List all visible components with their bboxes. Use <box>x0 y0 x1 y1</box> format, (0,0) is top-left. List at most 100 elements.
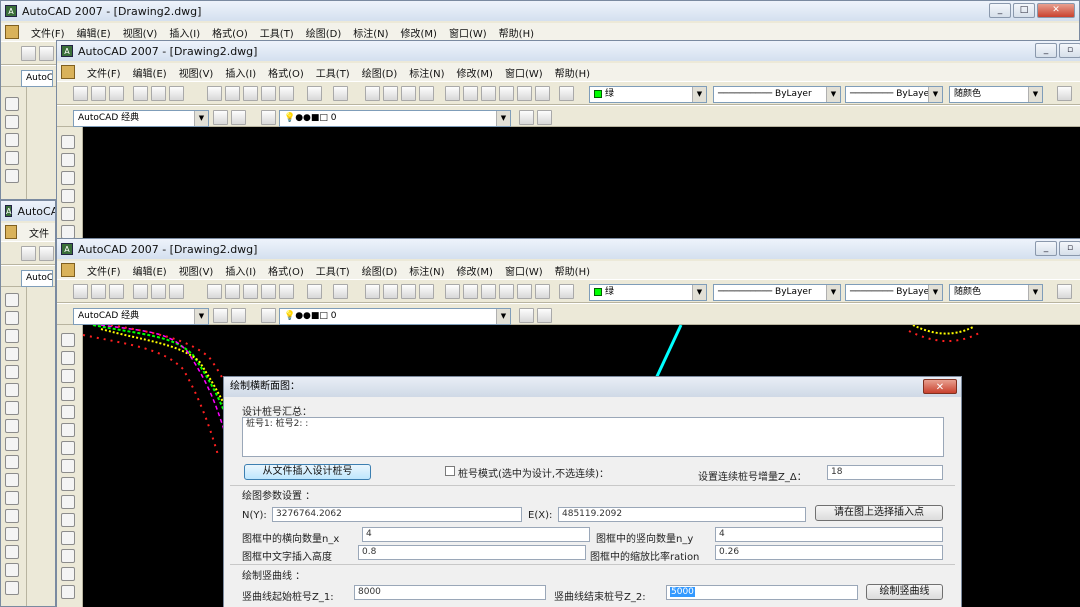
restore-button[interactable]: ▫ <box>1059 43 1080 58</box>
ellipse-arc-icon[interactable] <box>61 513 75 527</box>
menu-format[interactable]: 格式(O) <box>262 65 310 80</box>
construction-line-icon[interactable] <box>61 351 75 365</box>
menu-format[interactable]: 格式(O) <box>262 263 310 278</box>
lineweight-select[interactable]: ──────── ByLayer ▼ <box>845 86 943 103</box>
document-menu-icon[interactable] <box>5 25 19 39</box>
arc-icon[interactable] <box>61 423 75 437</box>
region-icon[interactable] <box>5 581 19 595</box>
document-menu-icon[interactable] <box>61 65 75 79</box>
menu-tools[interactable]: 工具(T) <box>254 25 300 40</box>
pick-insert-point-button[interactable]: 请在图上选择插入点 <box>815 505 943 521</box>
make-layer-current-icon[interactable] <box>519 308 534 323</box>
plot-preview-icon[interactable] <box>151 86 166 101</box>
draw-vertical-curve-button[interactable]: 绘制竖曲线 <box>866 584 943 600</box>
tool-palettes-icon[interactable] <box>481 86 496 101</box>
block-editor-icon[interactable] <box>279 86 294 101</box>
spline-icon[interactable] <box>5 437 19 451</box>
polygon-icon[interactable] <box>5 151 19 165</box>
menu-dimension[interactable]: 标注(N) <box>403 65 450 80</box>
spline-icon[interactable] <box>61 477 75 491</box>
menu-modify[interactable]: 修改(M) <box>395 25 443 40</box>
z2-input[interactable]: 5000 <box>666 585 858 600</box>
maximize-button[interactable]: □ <box>1013 3 1035 18</box>
match-properties-icon[interactable] <box>261 86 276 101</box>
menu-tools[interactable]: 工具(T) <box>310 65 356 80</box>
point-icon[interactable] <box>61 567 75 581</box>
zoom-previous-icon[interactable] <box>419 284 434 299</box>
workspace-select[interactable]: AutoCAD 经典 ▼ <box>73 110 209 127</box>
calculator-icon[interactable] <box>535 86 550 101</box>
insert-from-file-button[interactable]: 从文件插入设计桩号 <box>244 464 371 480</box>
menu-help[interactable]: 帮助(H) <box>493 25 540 40</box>
arc-icon[interactable] <box>5 383 19 397</box>
save-icon[interactable] <box>109 284 124 299</box>
tool-palettes-icon[interactable] <box>481 284 496 299</box>
point-icon[interactable] <box>5 527 19 541</box>
new-icon[interactable] <box>21 46 36 61</box>
new-icon[interactable] <box>73 86 88 101</box>
workspace-select-partial[interactable]: AutoCA <box>21 270 53 287</box>
linetype-select[interactable]: ────────── ByLayer ▼ <box>713 86 841 103</box>
menu-dimension[interactable]: 标注(N) <box>347 25 394 40</box>
sheet-set-icon[interactable] <box>499 86 514 101</box>
rectangle-icon[interactable] <box>61 405 75 419</box>
open-icon[interactable] <box>91 284 106 299</box>
layer-manager-icon[interactable] <box>261 110 276 125</box>
make-block-icon[interactable] <box>5 509 19 523</box>
design-station-textarea[interactable]: 桩号1: 桩号2: : <box>242 417 944 457</box>
workspace-settings-icon[interactable] <box>213 110 228 125</box>
menu-format[interactable]: 格式(O) <box>206 25 254 40</box>
menu-edit[interactable]: 编辑(E) <box>71 25 117 40</box>
menu-insert[interactable]: 插入(I) <box>163 25 206 40</box>
menu-insert[interactable]: 插入(I) <box>219 65 262 80</box>
line-tool-icon[interactable] <box>5 97 19 111</box>
open-icon[interactable] <box>39 246 54 261</box>
menu-modify[interactable]: 修改(M) <box>451 65 499 80</box>
ellipse-icon[interactable] <box>61 495 75 509</box>
pan-icon[interactable] <box>365 86 380 101</box>
properties-icon[interactable] <box>445 284 460 299</box>
help-icon[interactable] <box>559 284 574 299</box>
plotstyle-select[interactable]: 随颜色 ▼ <box>949 86 1043 103</box>
menu-tools[interactable]: 工具(T) <box>310 263 356 278</box>
layer-select[interactable]: 💡●●■□ 0 ▼ <box>279 308 511 325</box>
paste-icon[interactable] <box>243 284 258 299</box>
dialog-close-button[interactable]: ✕ <box>923 379 957 394</box>
insert-block-icon[interactable] <box>61 531 75 545</box>
station-mode-checkbox[interactable] <box>445 466 455 476</box>
ratio-input[interactable]: 0.26 <box>715 545 943 560</box>
layer-previous-icon[interactable] <box>537 110 552 125</box>
design-center-icon[interactable] <box>463 284 478 299</box>
plot-preview-icon[interactable] <box>151 284 166 299</box>
undo-icon[interactable] <box>307 86 322 101</box>
sheet-set-icon[interactable] <box>499 284 514 299</box>
menu-view[interactable]: 视图(V) <box>173 263 220 278</box>
menu-file[interactable]: 文件 <box>23 225 55 240</box>
minimize-button[interactable]: _ <box>989 3 1011 18</box>
plot-icon[interactable] <box>133 284 148 299</box>
gradient-icon[interactable] <box>5 563 19 577</box>
circle-icon[interactable] <box>61 441 75 455</box>
hatch-icon[interactable] <box>61 585 75 599</box>
polyline-icon[interactable] <box>5 329 19 343</box>
text-style-icon[interactable] <box>1057 284 1072 299</box>
polyline-icon[interactable] <box>5 133 19 147</box>
new-icon[interactable] <box>21 246 36 261</box>
layer-select[interactable]: 💡●●■□ 0 ▼ <box>279 110 511 127</box>
layer-previous-icon[interactable] <box>537 308 552 323</box>
workspace-settings-icon[interactable] <box>213 308 228 323</box>
line-tool-icon[interactable] <box>61 135 75 149</box>
zoom-realtime-icon[interactable] <box>383 284 398 299</box>
block-editor-icon[interactable] <box>279 284 294 299</box>
line-tool-icon[interactable] <box>61 333 75 347</box>
construction-line-icon[interactable] <box>5 115 19 129</box>
polygon-icon[interactable] <box>5 347 19 361</box>
insert-block-icon[interactable] <box>5 491 19 505</box>
menu-view[interactable]: 视图(V) <box>173 65 220 80</box>
zoom-realtime-icon[interactable] <box>383 86 398 101</box>
layer-manager-icon[interactable] <box>261 308 276 323</box>
menu-window[interactable]: 窗口(W) <box>443 25 493 40</box>
workspace-select[interactable]: AutoCAD 经典 ▼ <box>73 308 209 325</box>
nx-input[interactable]: 4 <box>362 527 590 542</box>
ellipse-arc-icon[interactable] <box>5 473 19 487</box>
